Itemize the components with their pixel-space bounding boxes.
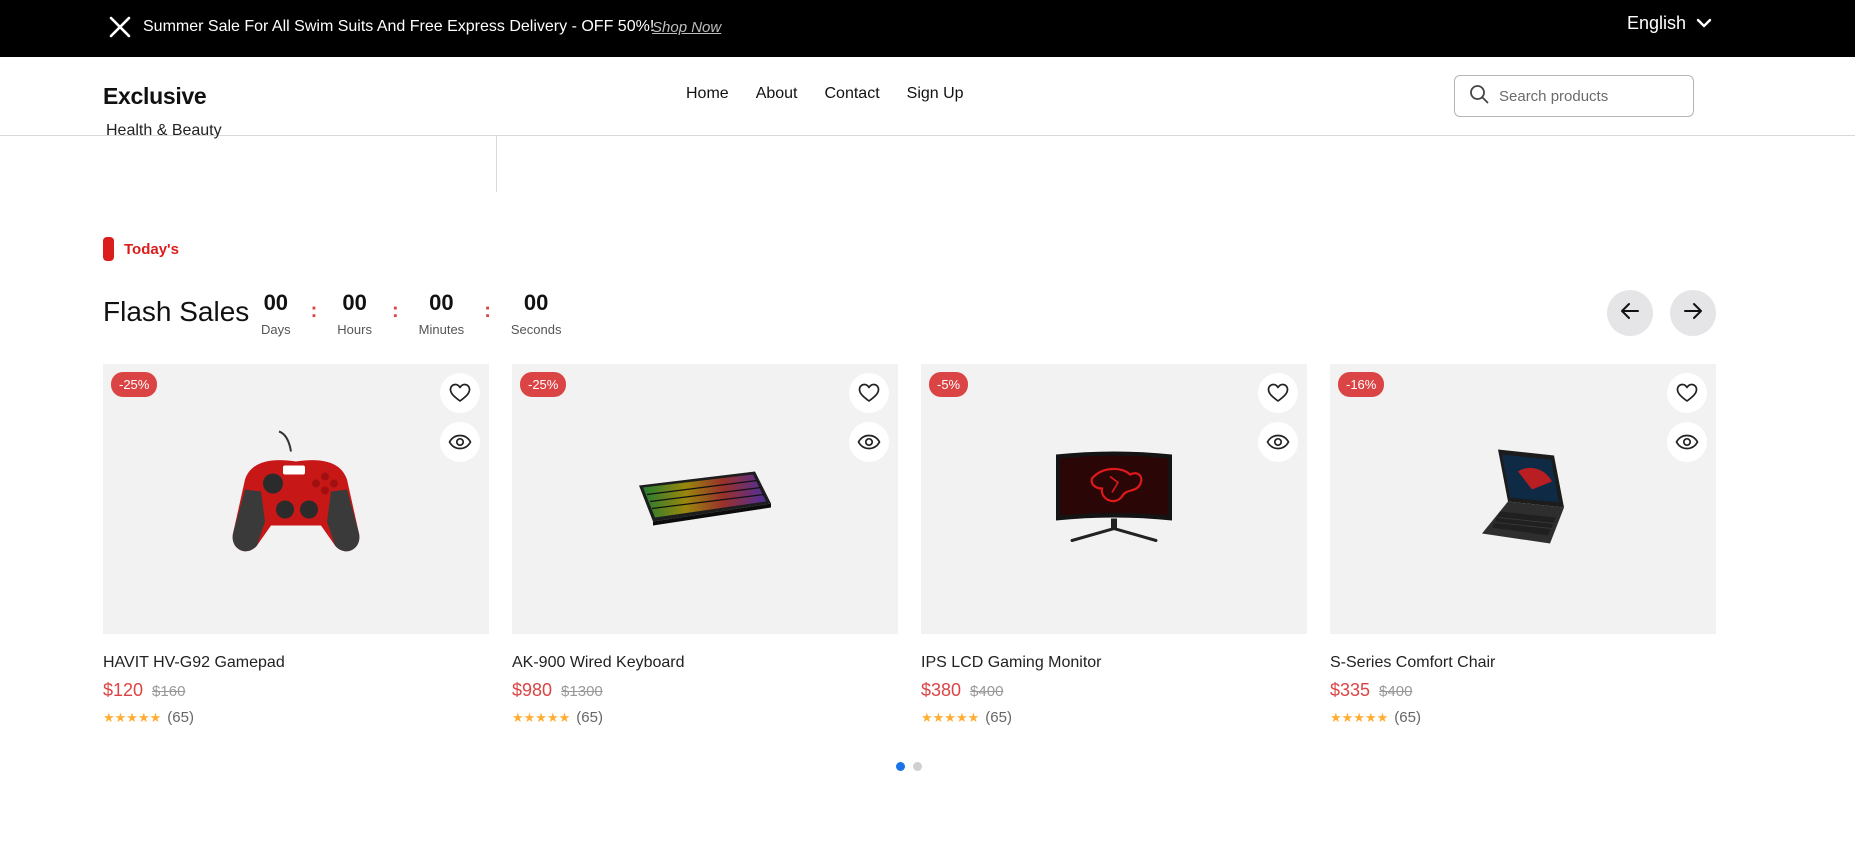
timer-value: 00 [342, 290, 367, 315]
pagination-dot-2[interactable] [913, 762, 922, 771]
product-rating: ★★★★★ (65) [1330, 709, 1716, 726]
heart-icon[interactable] [440, 373, 480, 413]
prev-arrow-button[interactable] [1607, 290, 1653, 336]
pagination-dot-1[interactable] [896, 762, 905, 771]
star-icons: ★★★★★ [921, 709, 980, 725]
product-old-price: $1300 [561, 683, 603, 700]
heart-icon[interactable] [1667, 373, 1707, 413]
product-name[interactable]: IPS LCD Gaming Monitor [921, 654, 1307, 672]
sidebar-item-health-beauty[interactable]: Health & Beauty [106, 122, 222, 140]
discount-badge: -16% [1338, 372, 1385, 397]
gamepad-image [221, 422, 371, 577]
review-count: (65) [576, 709, 603, 726]
product-price: $335 [1330, 680, 1371, 700]
eye-icon[interactable] [440, 422, 480, 462]
timer-label: Days [261, 322, 291, 337]
product-image-area[interactable]: -25% [103, 364, 489, 634]
tag-label: Today's [124, 240, 179, 258]
timer-separator: : [310, 300, 318, 322]
discount-badge: -25% [520, 372, 567, 397]
language-select[interactable]: English [1627, 13, 1712, 34]
chevron-down-icon [1696, 13, 1712, 34]
monitor-image [1052, 449, 1176, 550]
keyboard-image [635, 462, 775, 537]
timer-label: Seconds [510, 322, 562, 337]
countdown-timer: 00 Days : 00 Hours : 00 Minutes : 00 Sec… [261, 290, 561, 337]
nav-sign-up[interactable]: Sign Up [907, 85, 964, 103]
arrow-left-icon [1619, 300, 1641, 327]
shop-now-link[interactable]: Shop Now [652, 19, 721, 36]
discount-badge: -25% [111, 372, 158, 397]
logo[interactable]: Exclusive [103, 83, 207, 110]
nav-home[interactable]: Home [686, 85, 729, 103]
eye-icon[interactable] [1667, 422, 1707, 462]
timer-separator: : [391, 300, 399, 322]
product-prices: $380 $400 [921, 680, 1307, 701]
timer-value: 00 [263, 290, 289, 315]
timer-value: 00 [523, 290, 549, 315]
search-icon[interactable] [1469, 84, 1489, 109]
product-image-area[interactable]: -25% [512, 364, 898, 634]
product-name[interactable]: S-Series Comfort Chair [1330, 654, 1716, 672]
section-title: Flash Sales [103, 296, 250, 327]
review-count: (65) [985, 709, 1012, 726]
section-tag: Today's [103, 237, 179, 261]
product-rating: ★★★★★ (65) [921, 709, 1307, 726]
product-name[interactable]: AK-900 Wired Keyboard [512, 654, 898, 672]
product-image-area[interactable]: -5% [921, 364, 1307, 634]
main-nav: Home About Contact Sign Up [686, 85, 964, 103]
product-price: $120 [103, 680, 144, 700]
star-icons: ★★★★★ [103, 709, 162, 725]
announcement-bar: Summer Sale For All Swim Suits And Free … [0, 0, 1855, 57]
site-header: Exclusive Home About Contact Sign Up [0, 57, 1855, 136]
timer-value: 00 [429, 290, 454, 315]
timer-seconds: 00 Seconds [511, 290, 562, 337]
timer-minutes: 00 Minutes [419, 290, 465, 337]
timer-days: 00 Days [261, 290, 291, 337]
product-rating: ★★★★★ (65) [103, 709, 489, 726]
timer-separator: : [484, 300, 491, 322]
product-image-area[interactable]: -16% [1330, 364, 1716, 634]
next-arrow-button[interactable] [1670, 290, 1716, 336]
product-prices: $120 $160 [103, 680, 489, 701]
heart-icon[interactable] [849, 373, 889, 413]
product-old-price: $160 [152, 683, 186, 700]
timer-hours: 00 Hours [337, 290, 372, 337]
laptop-image [1468, 442, 1578, 557]
nav-about[interactable]: About [756, 85, 798, 103]
product-old-price: $400 [1379, 683, 1413, 700]
product-price: $380 [921, 680, 962, 700]
product-name[interactable]: HAVIT HV-G92 Gamepad [103, 654, 489, 672]
timer-label: Hours [337, 322, 372, 337]
heart-icon[interactable] [1258, 373, 1298, 413]
product-card[interactable]: -25% AK-900 Wired Keyboard $980 $1300 ★★… [512, 364, 898, 726]
carousel-pagination [896, 762, 922, 771]
product-card[interactable]: -16% S-Series Comfort Chair $335 $400 ★★… [1330, 364, 1716, 726]
review-count: (65) [1394, 709, 1421, 726]
search-box [1454, 75, 1694, 117]
eye-icon[interactable] [1258, 422, 1298, 462]
eye-icon[interactable] [849, 422, 889, 462]
language-label: English [1627, 13, 1687, 33]
star-icons: ★★★★★ [512, 709, 571, 725]
arrow-right-icon [1682, 300, 1704, 327]
tag-bar [103, 237, 114, 261]
product-prices: $335 $400 [1330, 680, 1716, 701]
product-prices: $980 $1300 [512, 680, 898, 701]
timer-label: Minutes [418, 322, 465, 337]
review-count: (65) [167, 709, 194, 726]
search-input[interactable] [1499, 87, 1679, 105]
product-price: $980 [512, 680, 553, 700]
product-old-price: $400 [970, 683, 1004, 700]
product-rating: ★★★★★ (65) [512, 709, 898, 726]
close-icon[interactable] [107, 14, 133, 40]
product-card[interactable]: -5% IPS LCD Gaming Monitor $380 $400 ★★★… [921, 364, 1307, 726]
product-card[interactable]: -25% HAVIT HV-G92 Gamepad $120 $160 ★★★★… [103, 364, 489, 726]
sidebar-divider [496, 136, 497, 192]
star-icons: ★★★★★ [1330, 709, 1389, 725]
discount-badge: -5% [929, 372, 969, 397]
nav-contact[interactable]: Contact [825, 85, 880, 103]
promo-text: Summer Sale For All Swim Suits And Free … [143, 18, 655, 35]
